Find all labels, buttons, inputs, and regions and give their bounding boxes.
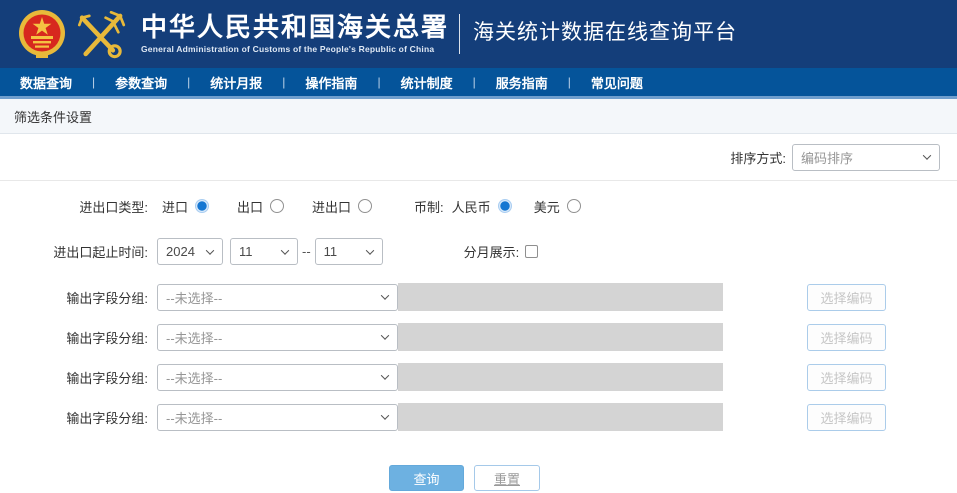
- sort-select[interactable]: 编码排序: [792, 143, 940, 171]
- agency-title-cn: 中华人民共和国海关总署: [141, 13, 450, 43]
- select-code-button-3[interactable]: 选择编码: [807, 363, 886, 391]
- output-group-select-3[interactable]: --未选择--: [157, 363, 398, 391]
- output-group-codes-input-4: [398, 403, 723, 431]
- select-code-button-4[interactable]: 选择编码: [807, 403, 886, 431]
- form-actions: 查询 重置: [0, 465, 943, 491]
- chevron-down-icon: [280, 245, 290, 255]
- select-code-button-1[interactable]: 选择编码: [807, 283, 886, 311]
- output-group-select-2[interactable]: --未选择--: [157, 323, 398, 351]
- output-group-label: 输出字段分组:: [66, 410, 148, 426]
- sort-select-value: 编码排序: [801, 150, 854, 166]
- monthly-display-label: 分月展示:: [463, 245, 520, 260]
- radio-export[interactable]: 出口: [237, 197, 285, 216]
- platform-title: 海关统计数据在线查询平台: [473, 21, 738, 44]
- chevron-down-icon: [380, 411, 390, 420]
- output-group-label: 输出字段分组:: [66, 370, 148, 386]
- nav-separator: |: [282, 75, 286, 89]
- output-group-select-4[interactable]: --未选择--: [157, 403, 398, 431]
- time-range-dash: --: [302, 244, 311, 259]
- chevron-down-icon: [380, 331, 390, 340]
- national-emblem-icon: [19, 10, 65, 58]
- chevron-down-icon: [380, 371, 390, 380]
- sort-row: 排序方式: 编码排序: [0, 134, 957, 181]
- month-from-value: 11: [239, 244, 253, 259]
- query-button[interactable]: 查询: [389, 465, 464, 491]
- header: 中华人民共和国海关总署 General Administration of Cu…: [0, 0, 957, 68]
- nav-separator: |: [472, 75, 476, 89]
- chevron-down-icon: [205, 245, 215, 255]
- radio-unselected-icon: [566, 199, 581, 213]
- reset-button[interactable]: 重置: [474, 465, 540, 491]
- chevron-down-icon: [380, 291, 390, 300]
- output-group-row-3: 输出字段分组: --未选择-- 选择编码: [0, 363, 957, 391]
- radio-unselected-icon: [270, 199, 285, 213]
- nav-separator: |: [567, 75, 571, 89]
- month-to-select[interactable]: 11: [314, 238, 383, 265]
- radio-import[interactable]: 进口: [162, 197, 210, 216]
- radio-unselected-icon: [358, 199, 373, 213]
- agency-title-block: 中华人民共和国海关总署 General Administration of Cu…: [141, 14, 449, 54]
- nav-item-param-query[interactable]: 参数查询: [109, 73, 173, 92]
- output-group-row-2: 输出字段分组: --未选择-- 选择编码: [0, 323, 957, 351]
- output-group-codes-input-1: [398, 283, 723, 311]
- time-range-label: 进出口起止时间:: [53, 245, 148, 260]
- output-group-codes-input-2: [398, 323, 723, 351]
- radio-selected-icon: [497, 199, 512, 213]
- output-group-row-4: 输出字段分组: --未选择-- 选择编码: [0, 403, 957, 431]
- nav-item-data-query[interactable]: 数据查询: [14, 73, 78, 92]
- chevron-down-icon: [365, 245, 374, 255]
- nav-separator: |: [187, 75, 191, 89]
- output-group-codes-input-3: [398, 363, 723, 391]
- nav-separator: |: [377, 75, 381, 89]
- select-code-button-2[interactable]: 选择编码: [807, 323, 886, 351]
- header-divider: [459, 14, 461, 54]
- month-from-select[interactable]: 11: [230, 238, 298, 265]
- nav-item-faq[interactable]: 常见问题: [585, 73, 649, 92]
- output-group-select-1[interactable]: --未选择--: [157, 283, 398, 311]
- trade-type-label: 进出口类型:: [79, 199, 148, 215]
- agency-title-en: General Administration of Customs of the…: [141, 44, 435, 54]
- radio-usd[interactable]: 美元: [534, 197, 581, 216]
- radio-import-export[interactable]: 进出口: [312, 197, 373, 216]
- year-select-value: 2024: [166, 244, 195, 259]
- output-group-label: 输出字段分组:: [66, 330, 148, 346]
- month-to-value: 11: [323, 244, 338, 259]
- monthly-display-checkbox[interactable]: [525, 245, 539, 258]
- customs-query-page: 中华人民共和国海关总署 General Administration of Cu…: [0, 0, 957, 493]
- nav-item-guide[interactable]: 操作指南: [299, 73, 363, 92]
- chevron-down-icon: [922, 151, 932, 160]
- nav-separator: |: [92, 75, 96, 89]
- filter-section-title: 筛选条件设置: [14, 109, 93, 125]
- sort-label: 排序方式:: [730, 150, 786, 166]
- output-group-row-1: 输出字段分组: --未选择-- 选择编码: [0, 283, 957, 311]
- nav-item-monthly-report[interactable]: 统计月报: [204, 73, 268, 92]
- radio-selected-icon: [195, 199, 210, 213]
- nav-item-statistics-system[interactable]: 统计制度: [395, 73, 459, 92]
- trade-type-row: 进出口类型: 进口 出口 进出口 币制: 人民币 美元: [0, 194, 957, 218]
- time-range-row: 进出口起止时间: 2024 11 -- 11 分月展示:: [0, 238, 957, 265]
- filter-form: 进出口类型: 进口 出口 进出口 币制: 人民币 美元 进出口起止时间: 202…: [0, 181, 957, 491]
- currency-label: 币制:: [414, 199, 444, 215]
- radio-rmb[interactable]: 人民币: [452, 197, 512, 216]
- output-group-label: 输出字段分组:: [66, 290, 148, 306]
- filter-section-bar: 筛选条件设置: [0, 99, 957, 134]
- main-nav: 数据查询 | 参数查询 | 统计月报 | 操作指南 | 统计制度 | 服务指南 …: [0, 68, 957, 99]
- year-select[interactable]: 2024: [157, 238, 223, 265]
- nav-item-service-guide[interactable]: 服务指南: [490, 73, 554, 92]
- customs-key-caduceus-icon: [77, 10, 126, 59]
